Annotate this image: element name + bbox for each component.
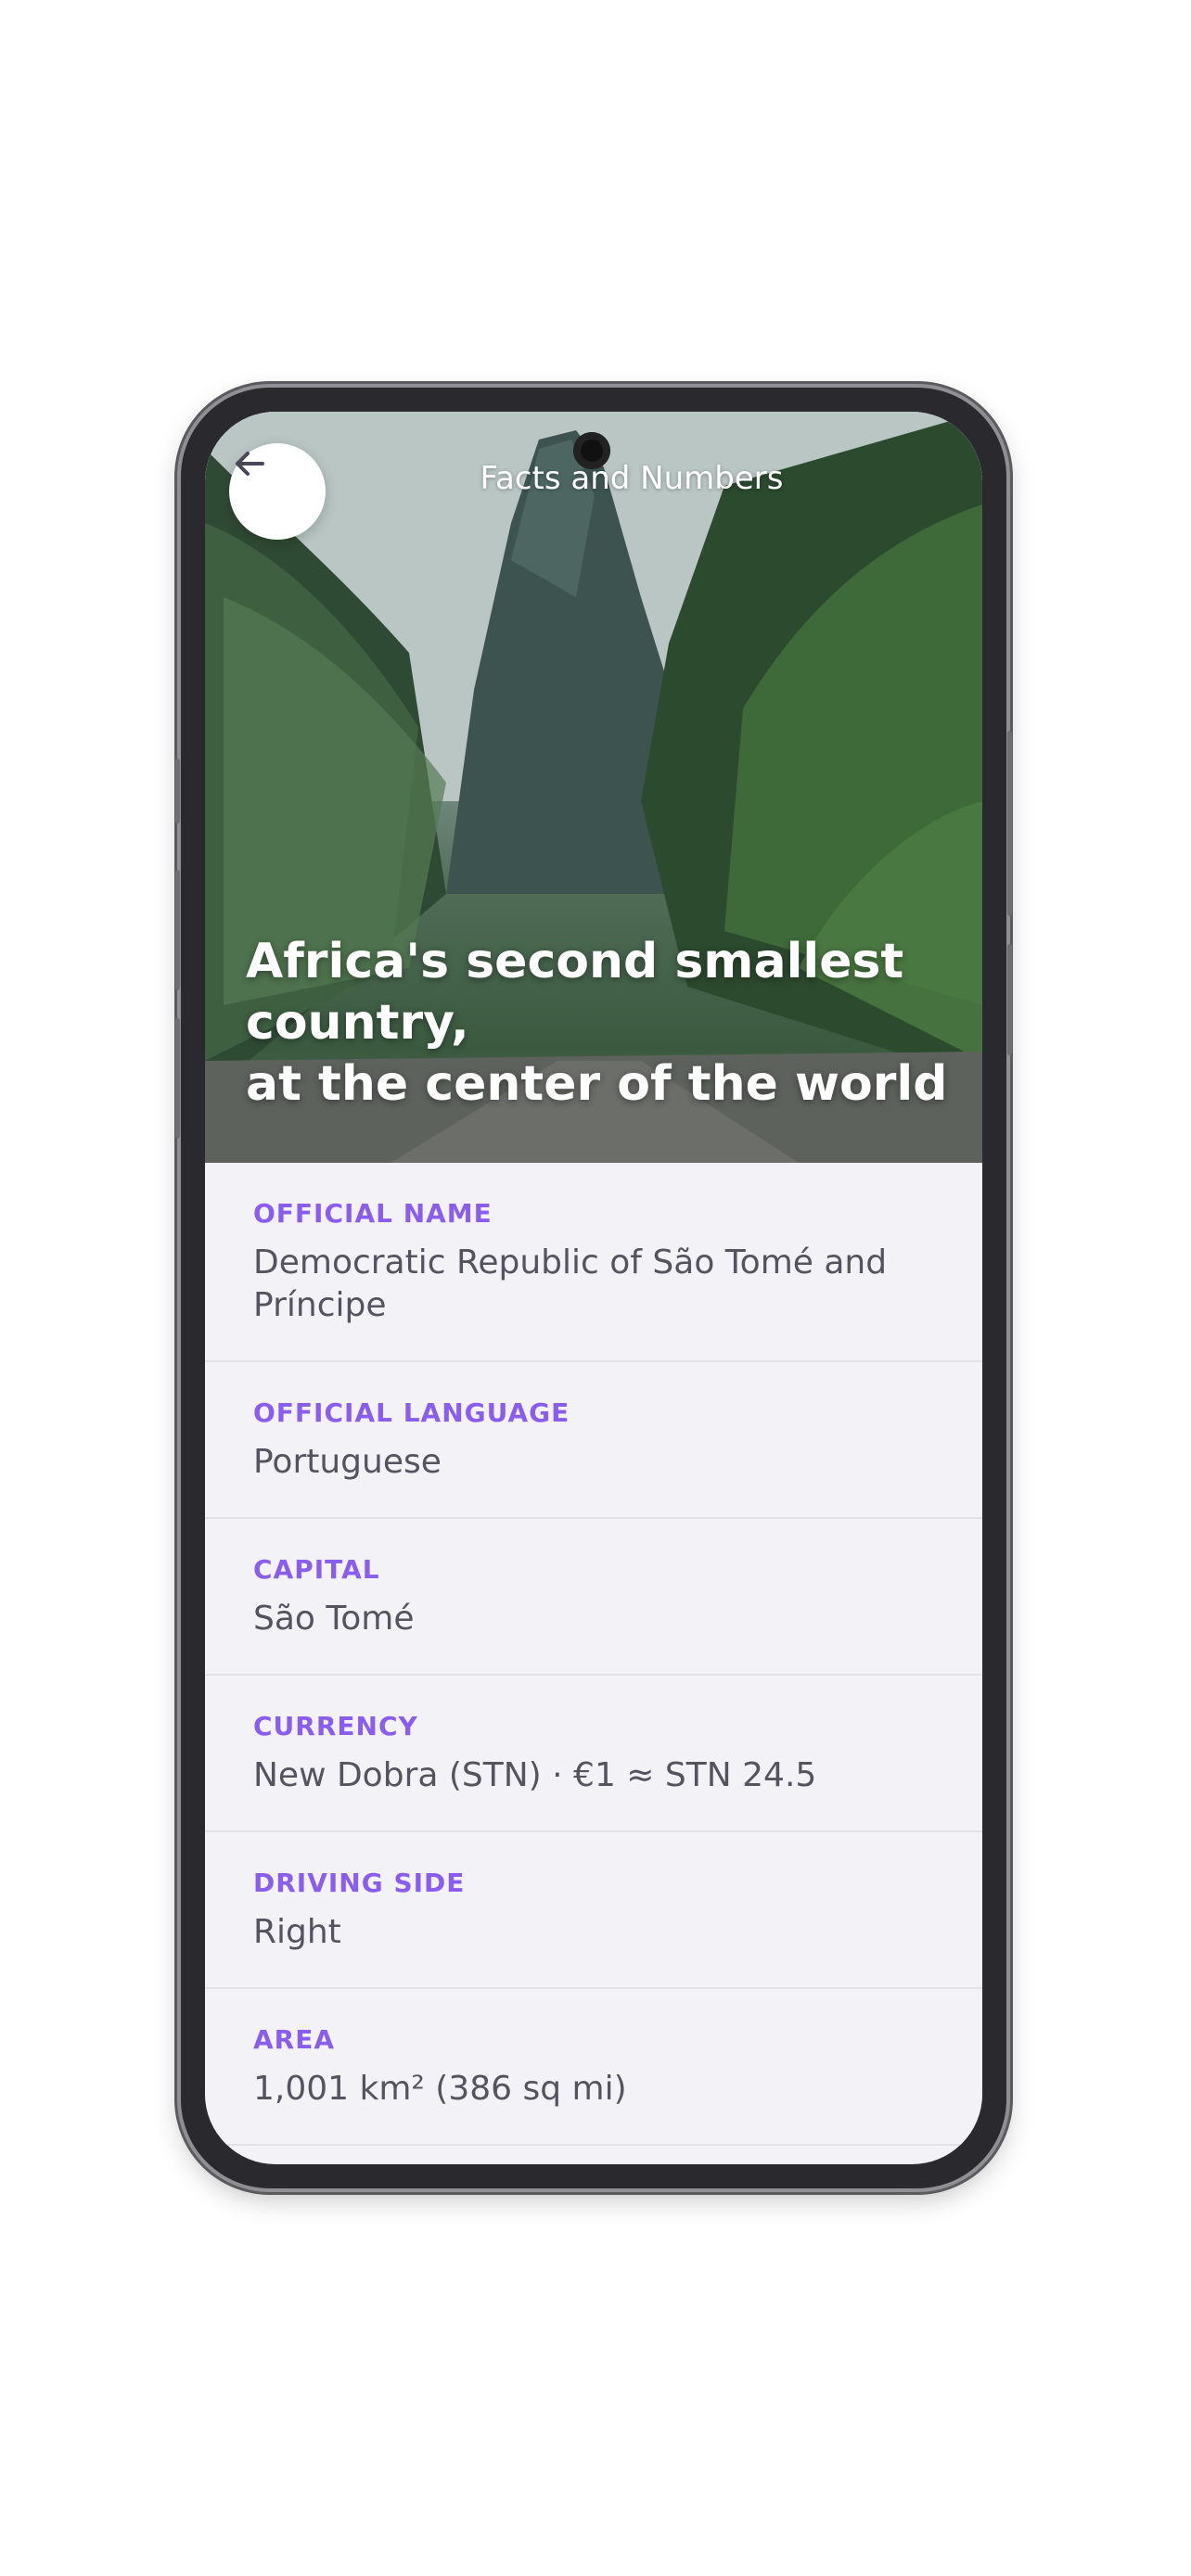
fact-label: CURRENCY bbox=[253, 1711, 418, 1741]
fact-label: OFFICIAL NAME bbox=[253, 1198, 493, 1229]
arrow-left-icon bbox=[236, 452, 264, 476]
fact-label: AREA bbox=[253, 2024, 336, 2055]
hero-image: Facts and Numbers Africa's second smalle… bbox=[205, 412, 982, 1163]
screen: Facts and Numbers Africa's second smalle… bbox=[205, 412, 982, 2164]
fact-value: New Dobra (STN) · €1 ≈ STN 24.5 bbox=[253, 1756, 817, 1794]
hero-tagline: Africa's second smallest country, at the… bbox=[246, 934, 948, 1112]
side-button-right bbox=[1007, 731, 1012, 916]
fact-label: DRIVING SIDE bbox=[253, 1868, 466, 1898]
back-button[interactable] bbox=[229, 443, 326, 540]
fact-label: OFFICIAL LANGUAGE bbox=[253, 1397, 570, 1428]
phone-frame: Facts and Numbers Africa's second smalle… bbox=[175, 388, 1012, 2188]
fact-row-currency: CURRENCY New Dobra (STN) · €1 ≈ STN 24.5 bbox=[205, 1676, 982, 1832]
volume-button-2 bbox=[175, 1018, 180, 1139]
fact-value: 1,001 km² (386 sq mi) bbox=[253, 2070, 627, 2108]
fact-value: Right bbox=[253, 1913, 341, 1951]
fact-row-driving-side: DRIVING SIDE Right bbox=[205, 1832, 982, 1989]
fact-row-official-name: OFFICIAL NAME Democratic Republic of São… bbox=[205, 1163, 982, 1362]
fact-row-area: AREA 1,001 km² (386 sq mi) bbox=[205, 1989, 982, 2146]
fact-label: CAPITAL bbox=[253, 1554, 380, 1585]
fact-row-capital: CAPITAL São Tomé bbox=[205, 1519, 982, 1676]
fact-value: Democratic Republic of São Tomé and Prín… bbox=[253, 1243, 888, 1324]
fact-value: São Tomé bbox=[253, 1600, 415, 1638]
power-button bbox=[175, 759, 180, 823]
facts-list: OFFICIAL NAME Democratic Republic of São… bbox=[205, 1163, 982, 2146]
volume-button bbox=[175, 870, 180, 990]
fact-row-official-language: OFFICIAL LANGUAGE Portuguese bbox=[205, 1362, 982, 1519]
page-title: Facts and Numbers bbox=[480, 460, 784, 497]
fact-value: Portuguese bbox=[253, 1443, 442, 1481]
side-button-right-2 bbox=[1007, 944, 1012, 1055]
